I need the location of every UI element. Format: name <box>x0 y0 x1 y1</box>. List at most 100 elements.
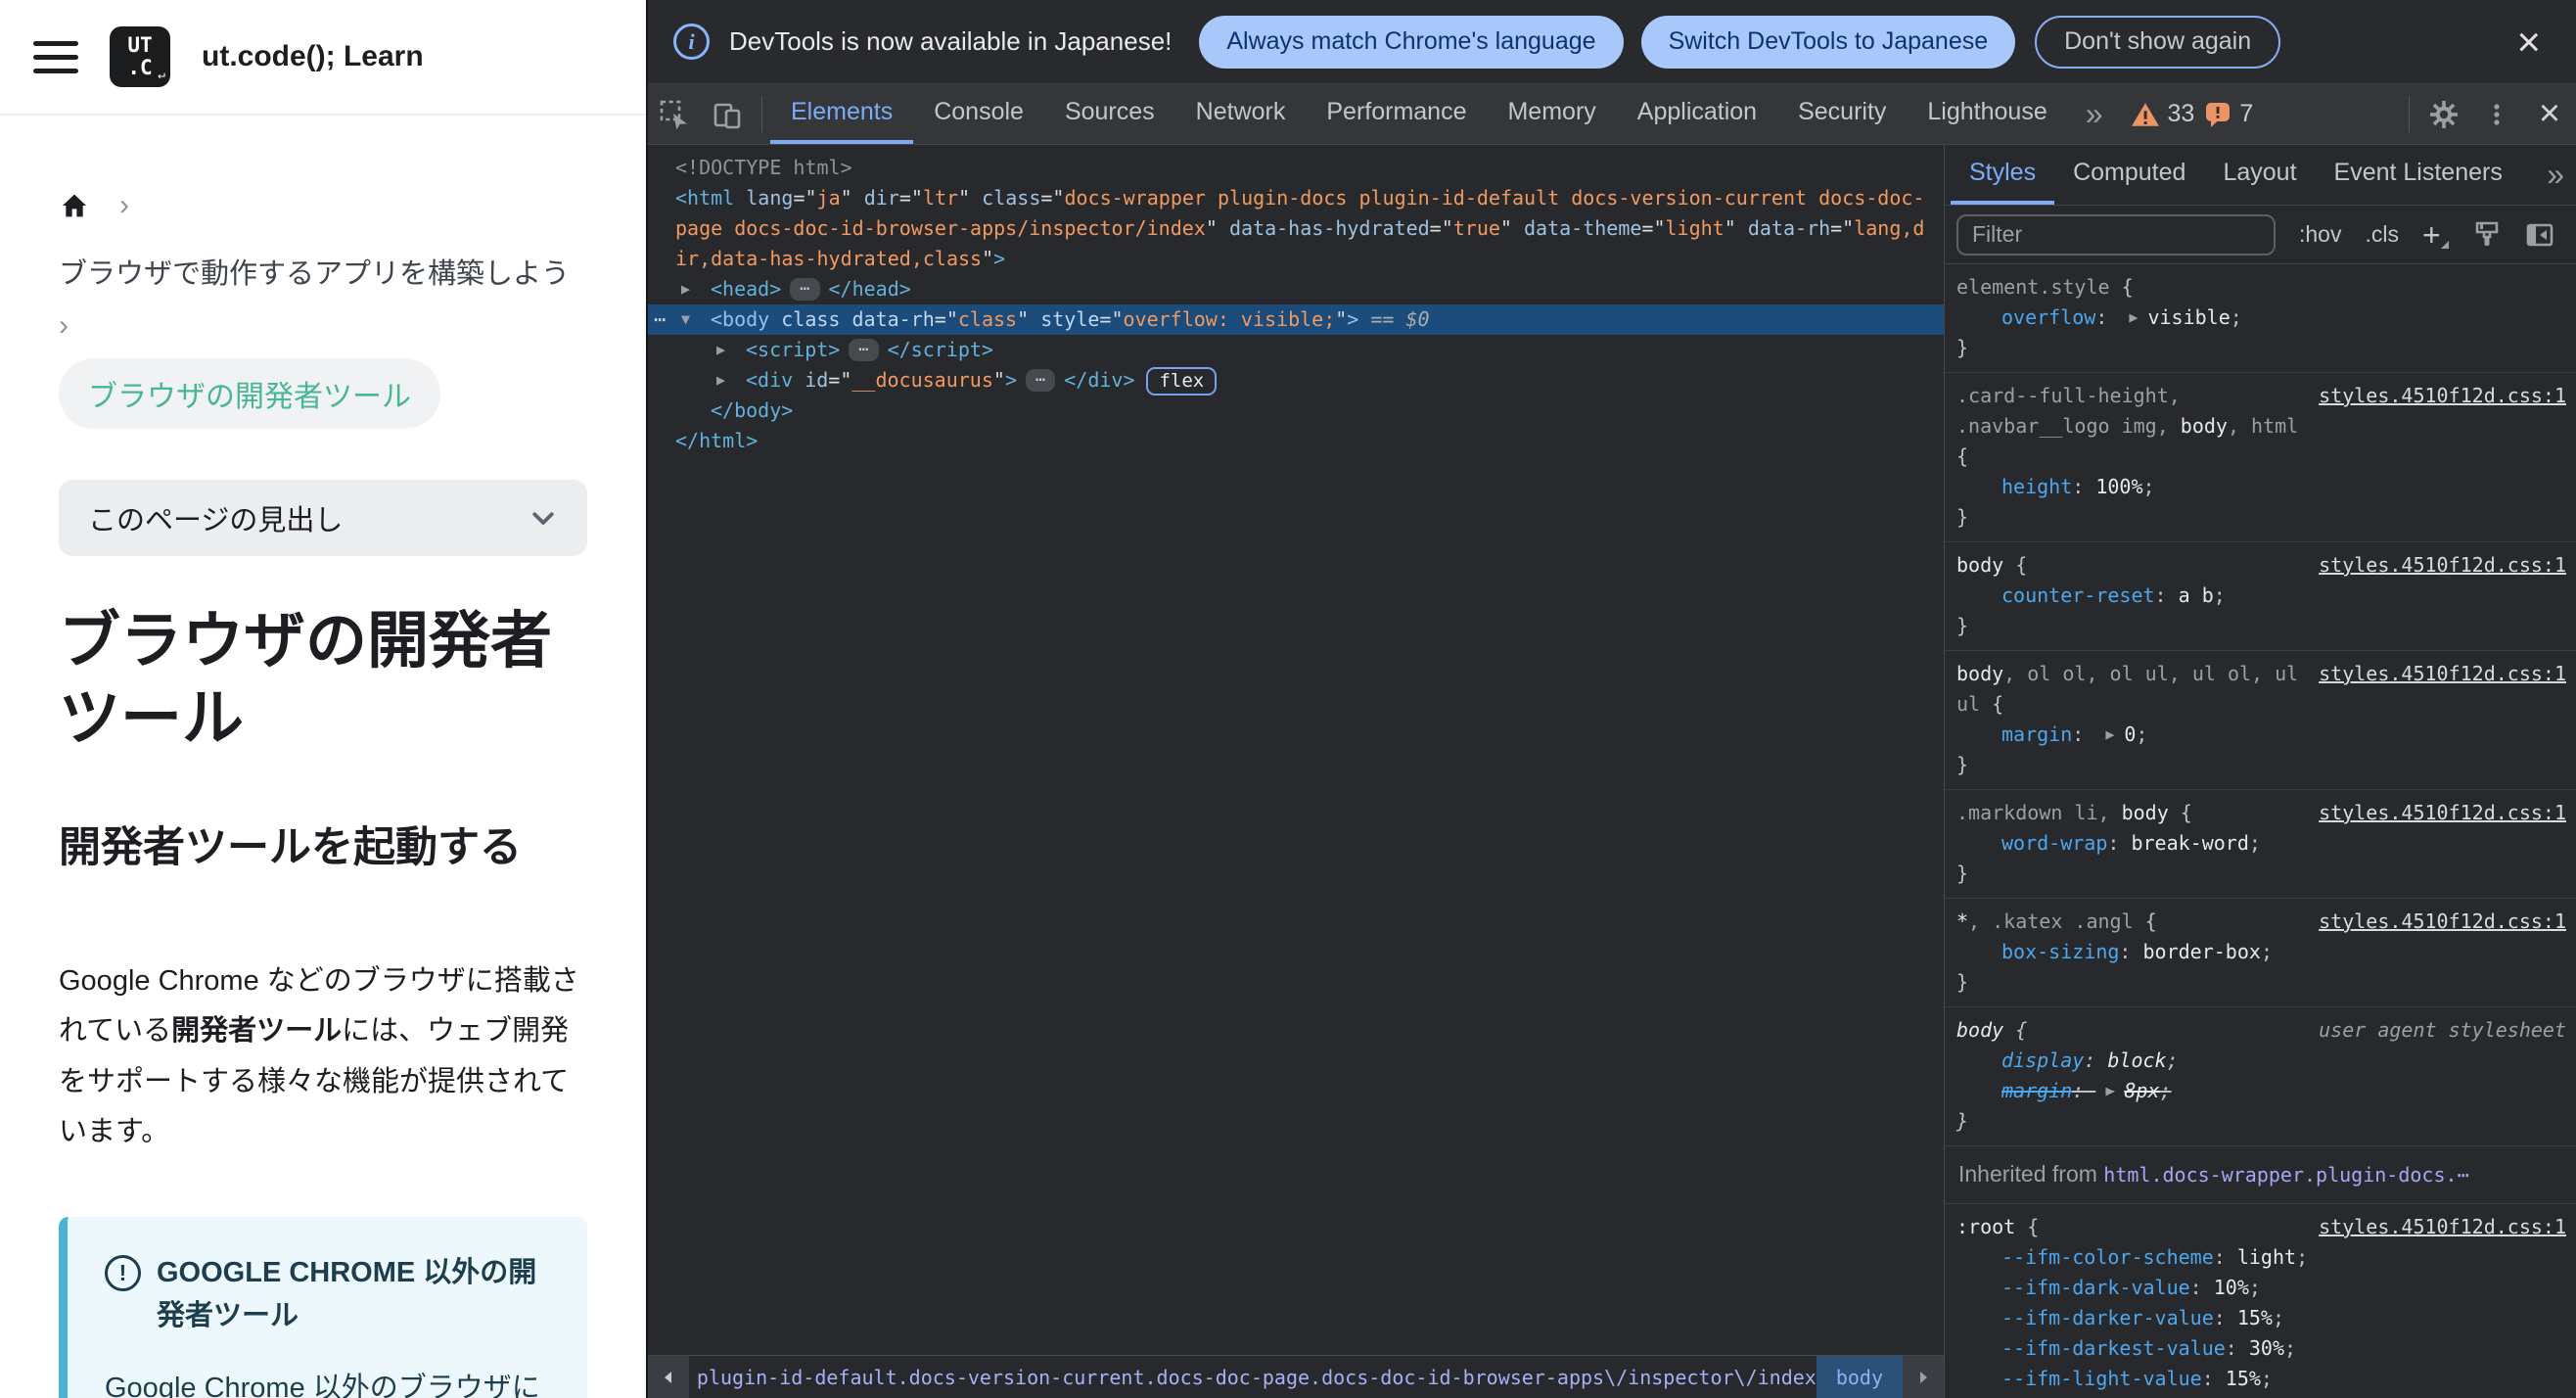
css-property[interactable]: --ifm-dark-value: 10%; <box>1956 1273 2566 1303</box>
styles-tab-layout[interactable]: Layout <box>2204 145 2315 205</box>
rendering-emulation-button[interactable] <box>2472 220 2502 250</box>
docs-content: › ブラウザで動作するアプリを構築しよう › ブラウザの開発者ツール このページ… <box>0 116 646 1398</box>
css-property[interactable]: --ifm-light-value: 15%; <box>1956 1364 2566 1394</box>
dom-line[interactable]: <html lang="ja" dir="ltr" class="docs-wr… <box>648 183 1944 274</box>
infobar-buttons: Always match Chrome's language Switch Dev… <box>1199 15 2016 69</box>
collapse-arrow-icon[interactable]: ▼ <box>681 304 711 335</box>
dom-line[interactable]: <!DOCTYPE html> <box>648 153 1944 183</box>
rule-source-link[interactable]: styles.4510f12d.css:1 <box>2319 550 2566 581</box>
css-property[interactable]: display: block; <box>1956 1046 2566 1076</box>
site-title[interactable]: ut.code(); Learn <box>202 40 424 73</box>
expand-arrow-icon[interactable]: ▶ <box>716 335 746 365</box>
expand-arrow-icon[interactable]: ▶ <box>681 274 711 304</box>
logo-line1: UT <box>127 33 153 57</box>
sidebar-more-tabs-button[interactable]: » <box>2535 145 2576 205</box>
dom-line[interactable]: </html> <box>648 426 1944 456</box>
devtools-close-button[interactable]: × <box>2523 84 2576 144</box>
css-property[interactable]: margin: ▶ 8px; <box>1956 1076 2566 1106</box>
inherited-from-link[interactable]: html.docs-wrapper.plugin-docs.⋯ <box>2103 1163 2468 1187</box>
devtools-tabs: Elements Console Sources Network Performance… <box>770 84 2068 144</box>
new-style-rule-button[interactable]: + <box>2422 219 2449 251</box>
expand-children-button[interactable]: ⋯ <box>1025 369 1056 392</box>
logo-line2: .C <box>127 56 153 79</box>
rule-source-link[interactable]: styles.4510f12d.css:1 <box>2319 1212 2566 1242</box>
css-property[interactable]: counter-reset: a b; <box>1956 581 2566 611</box>
alert-circle-icon: ! <box>105 1255 141 1292</box>
dom-line[interactable]: </body> <box>648 396 1944 426</box>
selected-line-ellipsis: ⋯ <box>654 307 668 331</box>
devtools-menu-button[interactable] <box>2470 84 2523 144</box>
device-toolbar-button[interactable] <box>701 84 754 144</box>
styles-sidebar-tabs: Styles Computed Layout Event Listeners » <box>1945 145 2576 206</box>
admonition-body: Google Chrome 以外のブラウザにも開発者ツールは搭載されて <box>105 1373 540 1398</box>
css-property[interactable]: --ifm-lighter-value: 30%; <box>1956 1394 2566 1398</box>
class-toggle-button[interactable]: .cls <box>2365 221 2399 248</box>
settings-button[interactable] <box>2417 84 2470 144</box>
infobar-close-button[interactable]: × <box>2507 18 2551 65</box>
css-property[interactable]: box-sizing: border-box; <box>1956 937 2566 967</box>
toc-toggle[interactable]: このページの見出し <box>59 480 587 556</box>
styles-filter-input[interactable] <box>1956 213 2276 256</box>
devtools-tab-console[interactable]: Console <box>913 84 1044 144</box>
rule-selector: .markdown li, body { <box>1956 801 2192 824</box>
dom-line[interactable]: ▶ <script> ⋯ </script> <box>648 335 1944 365</box>
dom-line-selected[interactable]: ⋯ ▼ <body class data-rh="class" style="ove… <box>648 304 1944 335</box>
expand-arrow-icon[interactable]: ▶ <box>716 365 746 396</box>
errors-badge[interactable]: 7 <box>2204 100 2253 129</box>
styles-tab-event-listeners[interactable]: Event Listeners <box>2316 145 2521 205</box>
css-property[interactable]: overflow: ▶ visible; <box>1956 303 2566 333</box>
breadcrumb-path[interactable]: plugin-id-default.docs-version-current.d… <box>689 1356 1817 1398</box>
breadcrumb-current[interactable]: ブラウザの開発者ツール <box>59 358 440 429</box>
css-property[interactable]: height: 100%; <box>1956 472 2566 502</box>
inspect-element-button[interactable] <box>648 84 701 144</box>
gear-icon <box>2430 100 2458 128</box>
css-property[interactable]: --ifm-color-scheme: light; <box>1956 1242 2566 1273</box>
devtools-tab-security[interactable]: Security <box>1777 84 1907 144</box>
rule-selector: :root { <box>1956 1215 2040 1238</box>
toggle-sidebar-button[interactable] <box>2525 220 2554 250</box>
crumb-scroll-left-button[interactable] <box>648 1356 689 1398</box>
devtools-tab-performance[interactable]: Performance <box>1306 84 1487 144</box>
styles-tab-computed[interactable]: Computed <box>2054 145 2204 205</box>
rule-source-link[interactable]: styles.4510f12d.css:1 <box>2319 907 2566 937</box>
expand-children-button[interactable]: ⋯ <box>790 278 820 301</box>
dom-line[interactable]: ▶ <head> ⋯ </head> <box>648 274 1944 304</box>
more-tabs-button[interactable]: » <box>2068 84 2121 144</box>
css-property[interactable]: --ifm-darker-value: 15%; <box>1956 1303 2566 1333</box>
rule-source-link[interactable]: styles.4510f12d.css:1 <box>2319 798 2566 828</box>
expand-children-button[interactable]: ⋯ <box>849 339 879 361</box>
rule-source-link[interactable]: styles.4510f12d.css:1 <box>2319 381 2566 411</box>
elements-panel: <!DOCTYPE html> <html lang="ja" dir="ltr"… <box>648 145 1944 1398</box>
flex-badge[interactable]: flex <box>1146 367 1218 396</box>
devtools-tab-elements[interactable]: Elements <box>770 84 914 144</box>
section-heading: 開発者ツールを起動する <box>59 823 522 871</box>
rule-source-link[interactable]: styles.4510f12d.css:1 <box>2319 659 2566 689</box>
expand-value-arrow-icon: ▶ <box>2105 725 2115 743</box>
warning-count: 33 <box>2167 100 2195 127</box>
breadcrumb-section[interactable]: ブラウザで動作するアプリを構築しよう <box>59 251 587 292</box>
styles-tab-styles[interactable]: Styles <box>1951 145 2055 205</box>
selected-node-crumb[interactable]: body <box>1816 1356 1903 1398</box>
switch-devtools-to-japanese-button[interactable]: Switch DevTools to Japanese <box>1640 15 2016 69</box>
style-rules-list: element.style {overflow: ▶ visible;} .card… <box>1945 264 2576 1398</box>
dont-show-again-button[interactable]: Don't show again <box>2035 15 2281 69</box>
always-match-chrome-s-language-button[interactable]: Always match Chrome's language <box>1199 15 1624 69</box>
devtools-tab-sources[interactable]: Sources <box>1044 84 1175 144</box>
css-property[interactable]: margin: ▶ 0; <box>1956 720 2566 750</box>
home-icon[interactable] <box>59 190 90 221</box>
devtools-tab-application[interactable]: Application <box>1617 84 1777 144</box>
devtools-tab-memory[interactable]: Memory <box>1487 84 1616 144</box>
devtools-tab-lighthouse[interactable]: Lighthouse <box>1907 84 2067 144</box>
warnings-badge[interactable]: 33 <box>2131 100 2195 129</box>
logo-return-glyph: ↵ <box>158 68 165 82</box>
pseudo-state-button[interactable]: :hov <box>2299 221 2341 248</box>
site-logo[interactable]: UT .C ↵ <box>110 26 170 87</box>
devtools-tab-network[interactable]: Network <box>1175 84 1307 144</box>
css-property[interactable]: word-wrap: break-word; <box>1956 828 2566 859</box>
styles-filter-row: :hov .cls + <box>1945 206 2576 264</box>
hamburger-menu-button[interactable] <box>33 40 78 73</box>
close-icon: × <box>2516 18 2541 65</box>
crumb-scroll-right-button[interactable] <box>1903 1356 1944 1398</box>
css-property[interactable]: --ifm-darkest-value: 30%; <box>1956 1333 2566 1364</box>
dom-line[interactable]: ▶ <div id="__docusaurus"> ⋯ </div> flex <box>648 365 1944 396</box>
